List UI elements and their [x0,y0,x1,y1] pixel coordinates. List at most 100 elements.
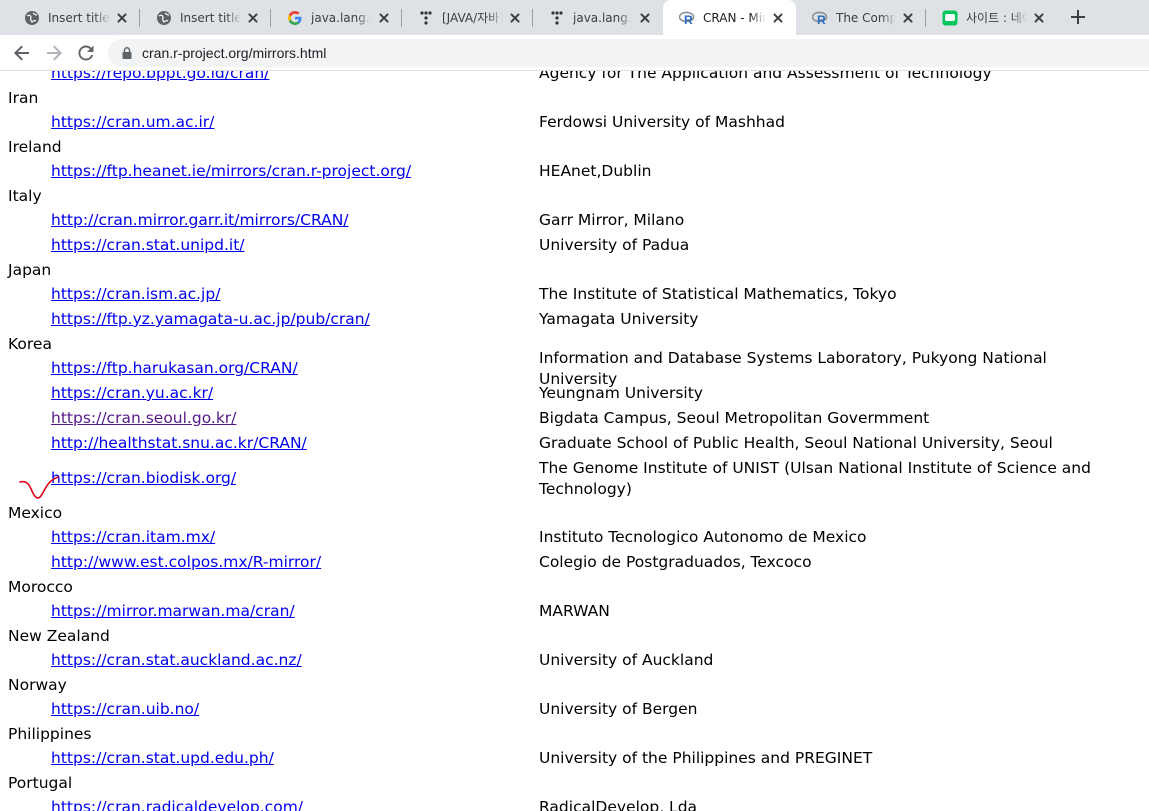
tab-close-icon[interactable] [114,10,130,26]
mirror-url-cell: https://cran.ism.ac.jp/ [8,282,539,307]
mirror-row: https://cran.um.ac.ir/Ferdowsi Universit… [8,110,1109,135]
tab-title: Insert title here [180,10,241,25]
r-logo-icon: R [812,10,828,26]
mirror-url-cell: https://cran.seoul.go.kr/ [8,406,539,431]
mirror-url-cell: https://cran.stat.unipd.it/ [8,233,539,258]
mirror-url-cell: http://healthstat.snu.ac.kr/CRAN/ [8,431,539,456]
mirror-link[interactable]: https://cran.biodisk.org/ [51,469,236,487]
country-heading: Norway [8,676,67,694]
forward-button[interactable] [41,40,67,66]
tab-title: CRAN - Mirrors [703,10,766,25]
mirror-host: Yeungnam University [539,384,703,402]
tab-title: Insert title here [48,10,110,25]
mirror-row: https://ftp.yz.yamagata-u.ac.jp/pub/cran… [8,307,1109,332]
mirror-link[interactable]: http://cran.mirror.garr.it/mirrors/CRAN/ [51,211,349,229]
mirror-row: https://cran.radicaldevelop.com/RadicalD… [8,795,1109,811]
tab-classnotfound[interactable]: java.lang.ClassNotFound [533,0,663,35]
tab-close-icon[interactable] [1031,10,1047,26]
mirror-link[interactable]: https://cran.ism.ac.jp/ [51,285,220,303]
mirror-url-cell: https://cran.itam.mx/ [8,525,539,550]
mirror-host: RadicalDevelop, Lda [539,798,698,811]
tab-close-icon[interactable] [637,10,653,26]
mirror-link[interactable]: https://cran.uib.no/ [51,700,199,718]
mirror-host: MARWAN [539,602,610,620]
mirror-url-cell: https://cran.biodisk.org/ [8,466,539,491]
tab-r-project[interactable]: R The Comprehensive R [796,0,926,35]
mirror-url-cell: https://ftp.harukasan.org/CRAN/ [8,356,539,381]
google-icon [287,10,303,26]
mirror-row: https://ftp.harukasan.org/CRAN/Informati… [8,349,1109,388]
mirror-host: University of the Philippines and PREGIN… [539,749,873,767]
browser-toolbar: cran.r-project.org/mirrors.html [0,35,1149,71]
lock-icon[interactable] [120,46,134,60]
mirror-link[interactable]: https://ftp.harukasan.org/CRAN/ [51,359,298,377]
mirror-row: https://cran.stat.auckland.ac.nz/Univers… [8,648,1109,673]
mirror-host: Yamagata University [539,310,699,328]
tab-title: The Comprehensive R [836,10,896,25]
mirror-link[interactable]: http://www.est.colpos.mx/R-mirror/ [51,553,321,571]
tab-naver-blog[interactable]: 사이트 : 네이버 블로그 [926,0,1057,35]
mirror-url-cell: https://cran.radicaldevelop.com/ [8,795,539,811]
tab-insert-title-1[interactable]: Insert title here [8,0,140,35]
mirror-url-cell: https://ftp.heanet.ie/mirrors/cran.r-pro… [8,159,539,184]
mirror-url-cell: https://cran.stat.auckland.ac.nz/ [8,648,539,673]
naver-blog-icon [942,10,958,26]
mirror-link[interactable]: https://cran.stat.auckland.ac.nz/ [51,651,302,669]
mirror-link[interactable]: https://ftp.heanet.ie/mirrors/cran.r-pro… [51,162,411,180]
tab-close-icon[interactable] [507,10,523,26]
globe-icon [156,10,172,26]
tab-title: [JAVA/자바] java.lang [442,11,503,25]
mirror-url-cell: http://cran.mirror.garr.it/mirrors/CRAN/ [8,208,539,233]
mirror-link[interactable]: https://cran.radicaldevelop.com/ [51,798,303,811]
mirror-url-cell: https://ftp.yz.yamagata-u.ac.jp/pub/cran… [8,307,539,332]
mirror-row: https://mirror.marwan.ma/cran/MARWAN [8,599,1109,624]
mirror-link[interactable]: https://cran.itam.mx/ [51,528,215,546]
mirror-host: Colegio de Postgraduados, Texcoco [539,553,812,571]
mirror-link[interactable]: http://healthstat.snu.ac.kr/CRAN/ [51,434,307,452]
tab-java-blog[interactable]: [JAVA/자바] java.lang [402,0,533,35]
tab-close-icon[interactable] [900,10,916,26]
tab-title: 사이트 : 네이버 블로그 [966,11,1027,25]
back-arrow-icon [14,45,29,61]
reload-icon [78,45,94,61]
mirror-link[interactable]: https://mirror.marwan.ma/cran/ [51,602,295,620]
country-heading: Morocco [8,578,73,596]
tab-cran-mirrors[interactable]: R CRAN - Mirrors [663,0,796,35]
mirror-link[interactable]: https://cran.stat.upd.edu.ph/ [51,749,274,767]
mirror-link[interactable]: https://cran.stat.unipd.it/ [51,236,245,254]
mirror-row: https://cran.itam.mx/Instituto Tecnologi… [8,525,1109,550]
mirror-link[interactable]: https://ftp.yz.yamagata-u.ac.jp/pub/cran… [51,310,370,328]
back-button[interactable] [9,40,35,66]
country-heading: Japan [8,261,52,279]
mirror-link[interactable]: https://cran.yu.ac.kr/ [51,384,213,402]
mirror-link[interactable]: https://repo.bppt.go.id/cran/ [51,71,269,82]
tab-close-icon[interactable] [770,10,786,26]
tab-google-search[interactable]: java.lang.ClassNotFound [271,0,402,35]
mirror-host: Bigdata Campus, Seoul Metropolitan Gover… [539,409,930,427]
mirror-link[interactable]: https://cran.um.ac.ir/ [51,113,214,131]
mirror-url-cell: http://www.est.colpos.mx/R-mirror/ [8,550,539,575]
r-logo-icon: R [679,10,695,26]
tab-close-icon[interactable] [245,10,261,26]
mirror-row: http://healthstat.snu.ac.kr/CRAN/Graduat… [8,431,1109,456]
mirror-url-cell: https://cran.stat.upd.edu.ph/ [8,746,539,771]
reload-button[interactable] [73,40,99,66]
mirror-url-cell: https://cran.yu.ac.kr/ [8,381,539,406]
mirror-url-cell: https://cran.uib.no/ [8,697,539,722]
mirror-link[interactable]: https://cran.seoul.go.kr/ [51,409,236,427]
mirror-row: https://cran.stat.unipd.it/University of… [8,233,1109,258]
velog-icon [418,10,434,26]
tab-close-icon[interactable] [376,10,392,26]
mirror-url-cell: https://cran.um.ac.ir/ [8,110,539,135]
mirror-host: Garr Mirror, Milano [539,211,685,229]
mirror-row: http://cran.mirror.garr.it/mirrors/CRAN/… [8,208,1109,233]
mirror-host: HEAnet,Dublin [539,162,652,180]
url-text[interactable]: cran.r-project.org/mirrors.html [142,45,326,61]
mirror-host: University of Padua [539,236,690,254]
tab-insert-title-2[interactable]: Insert title here [140,0,271,35]
country-heading: Ireland [8,138,62,156]
mirror-row: https://cran.ism.ac.jp/The Institute of … [8,282,1109,307]
mirror-host: The Institute of Statistical Mathematics… [539,285,897,303]
address-bar[interactable]: cran.r-project.org/mirrors.html [108,39,1149,67]
new-tab-button[interactable] [1066,5,1090,29]
